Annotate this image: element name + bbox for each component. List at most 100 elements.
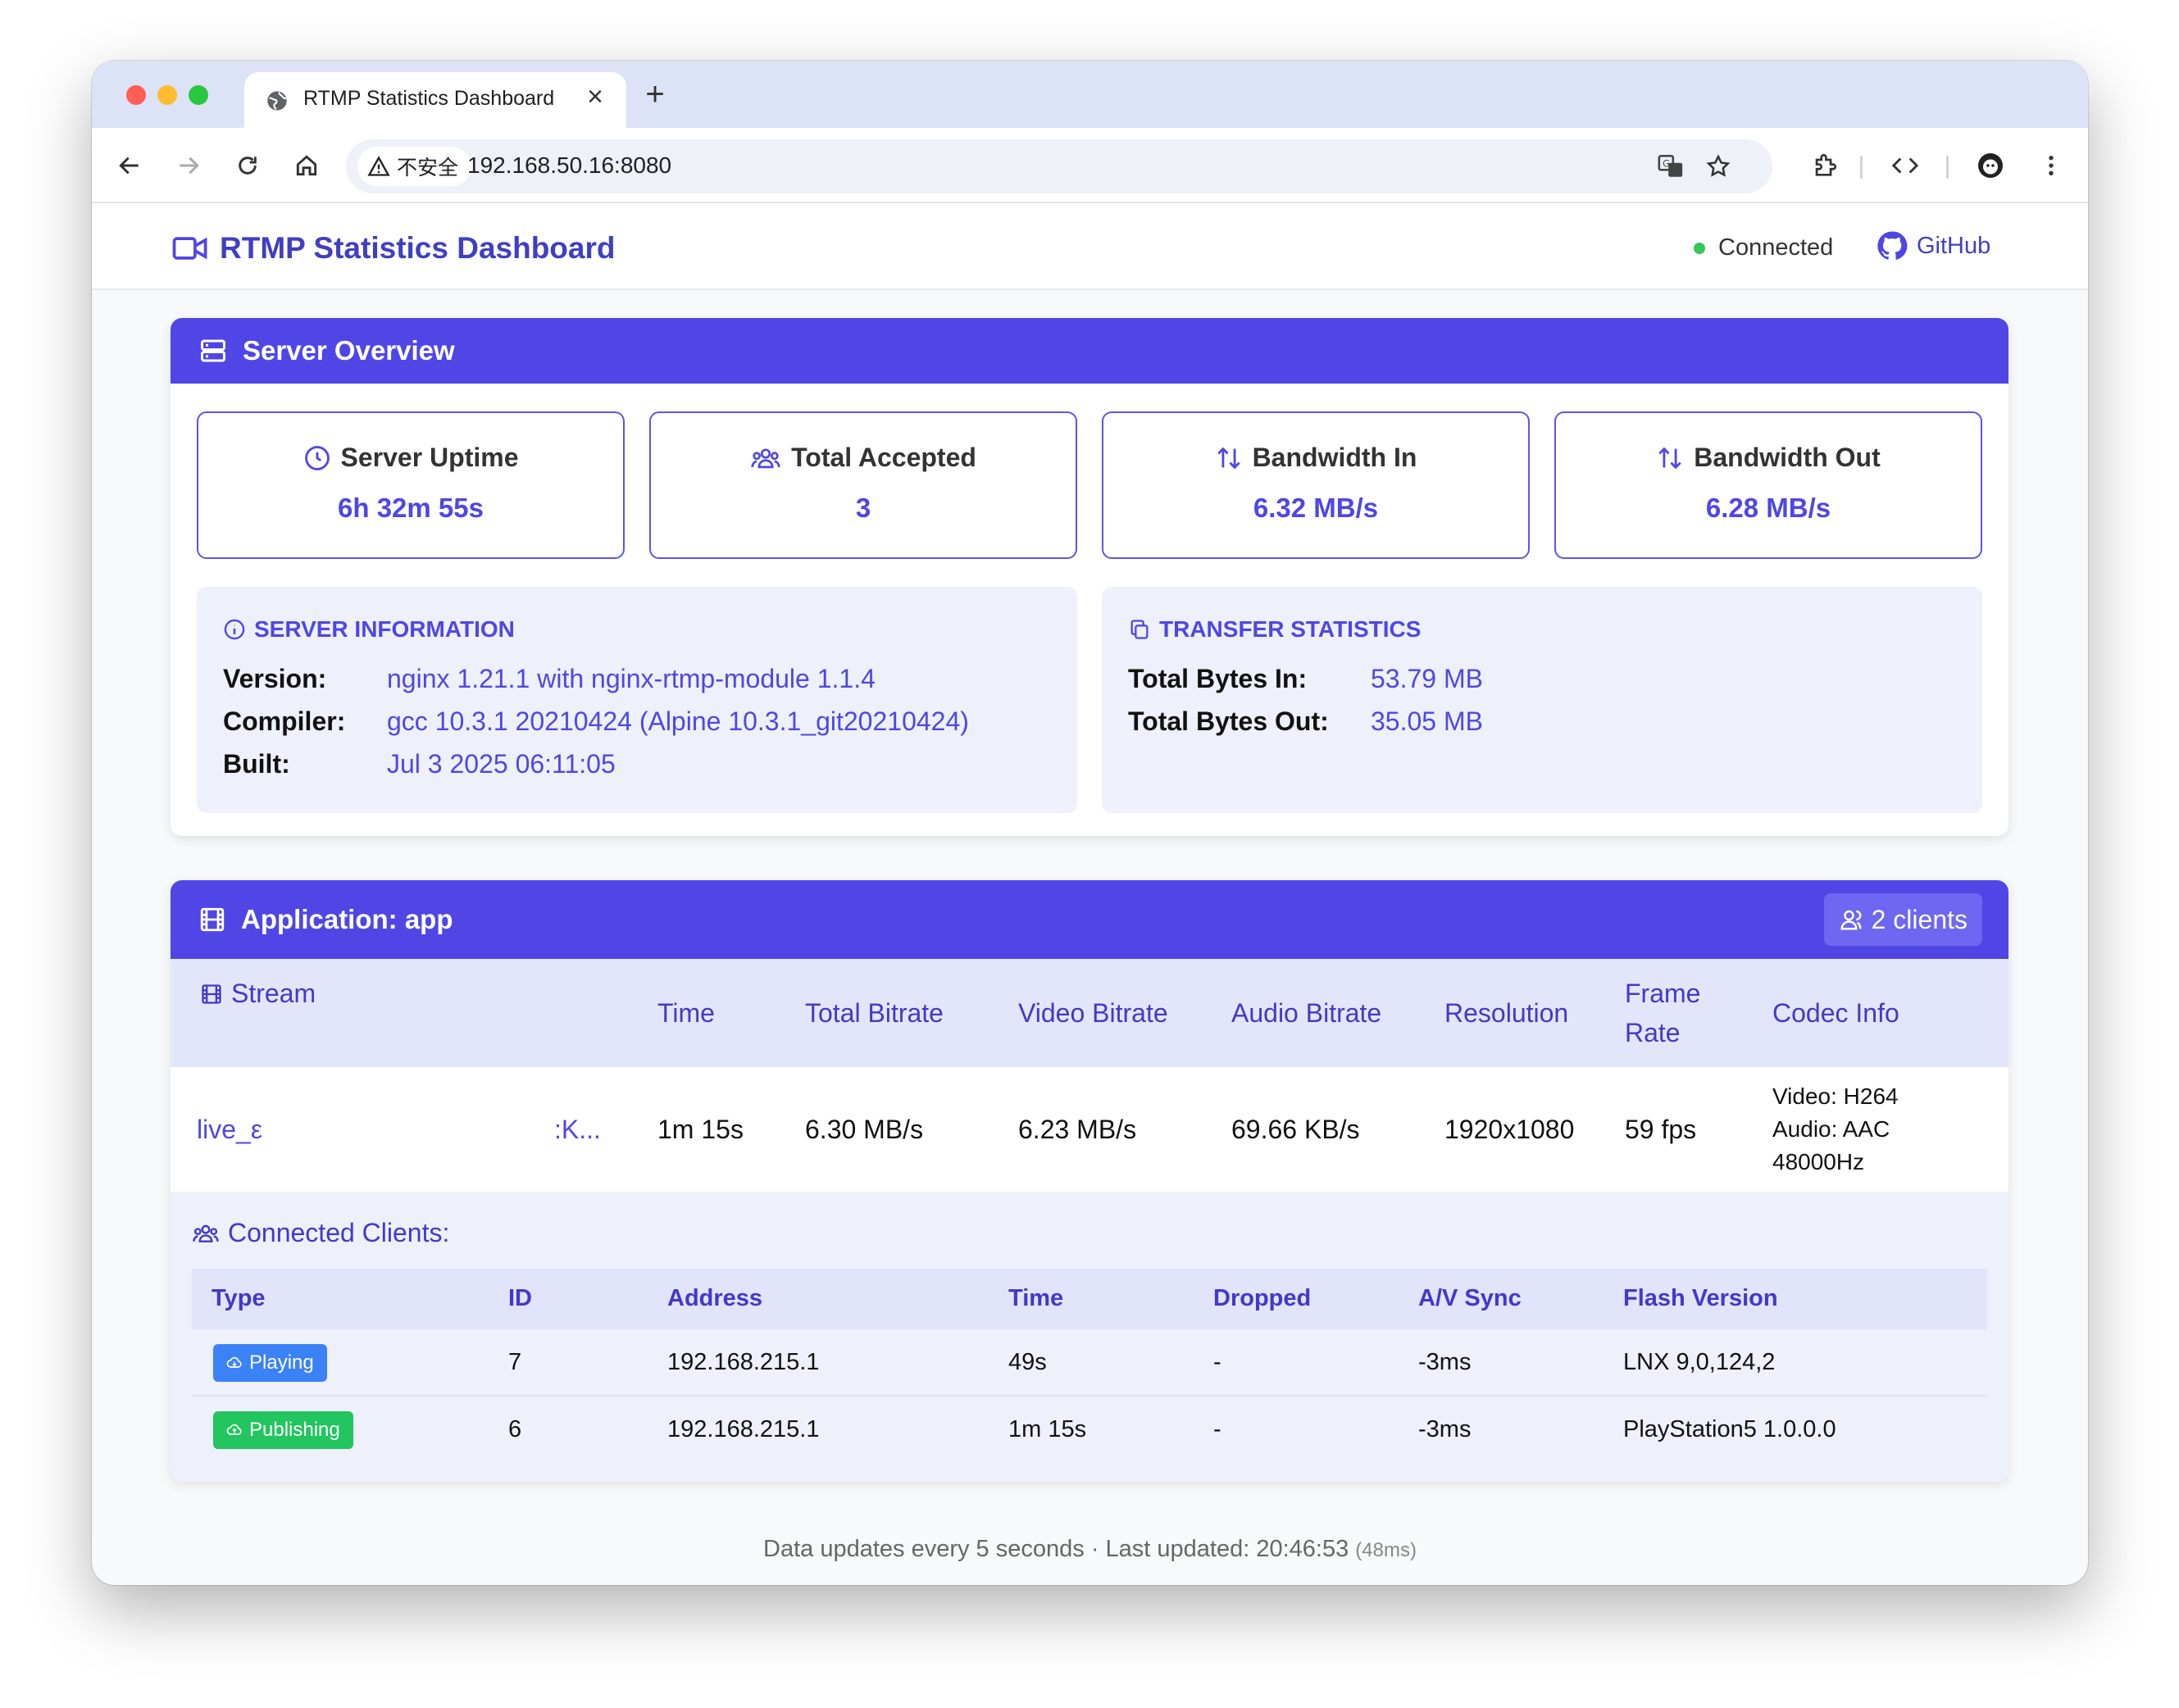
application-card: Application: app 2 clients Stream Time T… [171, 880, 2008, 1482]
github-link[interactable]: GitHub [1876, 229, 1990, 262]
column-stream-label: Stream [231, 979, 316, 1008]
column-frame-rate-2: Rate [1625, 1018, 1681, 1047]
stat-label: Bandwidth In [1252, 443, 1417, 472]
security-label: 不安全 [397, 157, 459, 179]
app-header: RTMP Statistics Dashboard Connected GitH… [92, 203, 2088, 290]
users-icon [193, 1224, 219, 1242]
close-window-button[interactable] [126, 85, 146, 105]
globe-icon [267, 91, 288, 111]
client-flash-version: LNX 9,0,124,2 [1623, 1349, 1776, 1375]
bytes-out-label: Total Bytes Out: [1128, 706, 1329, 736]
column-stream: Stream [200, 979, 316, 1009]
client-address: 192.168.215.1 [667, 1349, 820, 1375]
client-av-sync: -3ms [1418, 1416, 1472, 1442]
column-av-sync: A/V Sync [1418, 1285, 1522, 1311]
new-tab-button[interactable]: + [635, 75, 676, 116]
client-address: 192.168.215.1 [667, 1416, 820, 1442]
stat-value: 3 [855, 493, 871, 523]
info-icon [224, 619, 245, 640]
footer-latency: (48ms) [1355, 1539, 1417, 1561]
github-label: GitHub [1917, 232, 1991, 259]
client-time: 1m 15s [1008, 1416, 1087, 1442]
application-header: Application: app 2 clients [171, 880, 2008, 959]
footer-update-text: Data updates every 5 seconds · Last upda… [763, 1536, 1349, 1562]
browser-tab[interactable]: RTMP Statistics Dashboard × [244, 72, 626, 128]
translate-icon[interactable]: G [1654, 150, 1687, 183]
stream-name-truncated[interactable]: :K... [554, 1115, 601, 1145]
close-tab-icon[interactable]: × [579, 80, 612, 113]
column-address: Address [667, 1285, 763, 1311]
connection-status-label: Connected [1718, 234, 1834, 261]
stat-card-uptime: Server Uptime 6h 32m 55s [197, 411, 625, 559]
address-bar[interactable]: 不安全 192.168.50.16:8080 G [346, 139, 1772, 193]
arrows-up-down-icon [1217, 447, 1240, 469]
tab-title: RTMP Statistics Dashboard [303, 87, 555, 110]
home-button[interactable] [287, 146, 326, 185]
stream-name[interactable]: live_ε [197, 1115, 262, 1145]
server-information-heading: SERVER INFORMATION [254, 616, 515, 642]
svg-text:G: G [1663, 158, 1670, 170]
client-row[interactable]: Publishing 6 192.168.215.1 1m 15s - -3ms… [192, 1397, 1987, 1464]
clients-count-label: 2 clients [1871, 904, 1967, 934]
client-type-label: Publishing [249, 1419, 340, 1441]
stream-time: 1m 15s [657, 1115, 744, 1144]
stat-card-accepted: Total Accepted 3 [649, 411, 1077, 559]
column-audio-bitrate: Audio Bitrate [1231, 998, 1382, 1028]
column-type: Type [212, 1285, 266, 1311]
back-button[interactable] [110, 146, 149, 185]
bytes-in-value: 53.79 MB [1371, 664, 1483, 693]
maximize-window-button[interactable] [189, 85, 208, 105]
stat-label: Total Accepted [791, 443, 976, 472]
column-id: ID [508, 1285, 532, 1311]
code-icon[interactable] [1887, 148, 1923, 184]
security-indicator[interactable]: 不安全 [357, 147, 472, 186]
connected-clients-section: Connected Clients: Type ID Address Time … [171, 1192, 2008, 1482]
film-icon [200, 907, 225, 932]
version-value: nginx 1.21.1 with nginx-rtmp-module 1.1.… [387, 664, 876, 693]
forward-button[interactable] [169, 146, 208, 185]
stream-total-bitrate: 6.30 MB/s [805, 1115, 924, 1144]
url-text[interactable]: 192.168.50.16:8080 [467, 152, 671, 179]
browser-window: RTMP Statistics Dashboard × + 不安全 192.16… [92, 61, 2088, 1585]
client-type-label: Playing [249, 1351, 314, 1374]
client-flash-version: PlayStation5 1.0.0.0 [1623, 1416, 1836, 1442]
clients-table-header: Type ID Address Time Dropped A/V Sync Fl… [192, 1269, 1987, 1329]
column-video-bitrate: Video Bitrate [1018, 998, 1168, 1028]
brand[interactable]: RTMP Statistics Dashboard [172, 231, 615, 266]
bytes-out-value: 35.05 MB [1371, 706, 1483, 736]
browser-menu-icon[interactable] [2033, 148, 2069, 184]
footer: Data updates every 5 seconds · Last upda… [92, 1536, 2088, 1563]
server-overview-header: Server Overview [171, 318, 2008, 384]
users-icon [751, 447, 780, 468]
extensions-icon[interactable] [1807, 148, 1843, 184]
stream-table-header: Stream Time Total Bitrate Video Bitrate … [171, 959, 2008, 1067]
clients-count-badge: 2 clients [1823, 893, 1982, 946]
bytes-in-label: Total Bytes In: [1128, 664, 1308, 693]
video-camera-icon [172, 237, 207, 260]
server-information-panel: SERVER INFORMATION Version: nginx 1.21.1… [197, 587, 1077, 813]
arrow-left-icon [119, 157, 139, 175]
transfer-statistics-heading: TRANSFER STATISTICS [1159, 616, 1422, 642]
stream-video-bitrate: 6.23 MB/s [1018, 1115, 1137, 1144]
column-flash-version: Flash Version [1623, 1285, 1778, 1311]
stat-value: 6.28 MB/s [1705, 493, 1831, 523]
bookmark-star-icon[interactable] [1702, 150, 1735, 183]
app-title: RTMP Statistics Dashboard [220, 231, 616, 265]
client-row[interactable]: Playing 7 192.168.215.1 49s - -3ms LNX 9… [192, 1329, 1987, 1397]
reload-button[interactable] [228, 146, 267, 185]
codec-video: Video: H264 [1772, 1083, 1899, 1109]
toolbar-divider [1946, 156, 1949, 179]
cloud-icon [226, 1356, 242, 1368]
compiler-label: Compiler: [223, 706, 346, 736]
minimize-window-button[interactable] [157, 85, 177, 105]
status-dot [1694, 242, 1705, 254]
column-total-bitrate: Total Bitrate [805, 998, 944, 1028]
browser-toolbar: 不安全 192.168.50.16:8080 G [92, 128, 2088, 203]
profile-avatar-icon[interactable] [1972, 148, 2008, 184]
clock-icon [304, 445, 330, 470]
stream-audio-bitrate: 69.66 KB/s [1231, 1115, 1360, 1144]
server-overview-card: Server Overview Server Uptime 6h 32m 55s… [171, 318, 2008, 836]
stream-row[interactable]: live_ε :K... 1m 15s 6.30 MB/s 6.23 MB/s … [171, 1067, 2008, 1192]
server-icon [201, 339, 225, 362]
stat-value: 6h 32m 55s [338, 493, 484, 523]
